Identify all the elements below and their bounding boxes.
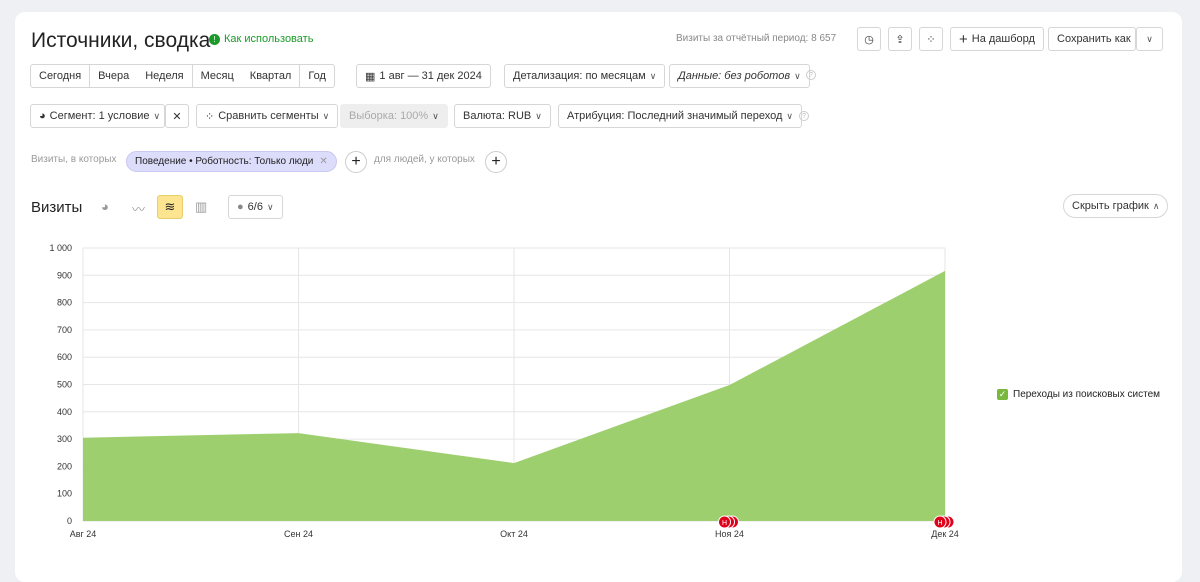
y-tick-label: 800: [57, 298, 72, 308]
chevron-down-icon: ∨: [794, 70, 801, 81]
chart-title: Визиты: [31, 199, 83, 216]
comment-icon: ●: [237, 201, 244, 213]
period-week[interactable]: Неделя: [137, 65, 191, 87]
save-as-button[interactable]: Сохранить как: [1048, 27, 1136, 51]
period-selector: Сегодня Вчера Неделя Месяц Квартал Год: [30, 64, 335, 88]
close-icon: ✕: [172, 110, 182, 123]
visits-total: Визиты за отчётный период: 8 657: [676, 33, 837, 44]
chevron-up-icon: ∧: [1152, 200, 1160, 211]
x-tick-label: Окт 24: [500, 529, 528, 539]
chevron-down-icon: ∨: [1146, 33, 1153, 44]
chevron-down-icon: ∨: [266, 201, 274, 212]
y-tick-label: 400: [57, 407, 72, 417]
chevron-down-icon: ∨: [432, 110, 439, 121]
chevron-down-icon: ∨: [649, 70, 657, 81]
annotations-dropdown[interactable]: ● 6/6 ∨: [228, 195, 283, 219]
add-people-condition-button[interactable]: +: [485, 151, 507, 173]
legend-item[interactable]: ✓ Переходы из поисковых систем: [997, 389, 1160, 400]
clear-segment-button[interactable]: ✕: [165, 104, 189, 128]
export-button[interactable]: ⇪: [888, 27, 912, 51]
detail-dropdown[interactable]: Детализация: по месяцам ∨: [504, 64, 666, 88]
hide-chart-button[interactable]: Скрыть график ∧: [1063, 194, 1169, 218]
period-quarter[interactable]: Квартал: [242, 65, 300, 87]
add-visit-condition-button[interactable]: +: [345, 151, 367, 173]
help-icon[interactable]: ?: [806, 70, 816, 80]
page-title: Источники, сводка: [31, 29, 211, 52]
annotation-label: Н: [722, 520, 727, 527]
sample-dropdown[interactable]: Выборка: 100% ∨: [340, 104, 448, 128]
info-icon: !: [209, 33, 220, 45]
y-tick-label: 900: [57, 270, 72, 280]
annotation-label: Н: [937, 520, 942, 527]
y-tick-label: 200: [57, 461, 72, 471]
pie-chart-icon[interactable]: ◕: [101, 199, 109, 214]
currency-dropdown[interactable]: Валюта: RUB ∨: [454, 104, 551, 128]
compare-segments-dropdown[interactable]: ⁘ Сравнить сегменты ∨: [196, 104, 339, 128]
y-tick-label: 500: [57, 380, 72, 390]
period-month[interactable]: Месяц: [191, 65, 242, 87]
history-button[interactable]: ◷: [857, 27, 881, 51]
period-year[interactable]: Год: [299, 65, 334, 87]
chevron-down-icon: ∨: [535, 110, 542, 121]
condition-chip[interactable]: Поведение • Роботность: Только люди ✕: [126, 151, 337, 172]
area-chart-icon[interactable]: ≋: [157, 195, 183, 219]
help-icon[interactable]: ?: [799, 111, 809, 121]
x-tick-label: Авг 24: [70, 529, 97, 539]
compare-button[interactable]: ⁘: [919, 27, 943, 51]
line-chart-icon[interactable]: 〰: [132, 199, 145, 218]
period-today[interactable]: Сегодня: [31, 65, 89, 87]
drops-icon: ⁘: [926, 33, 936, 46]
date-range-button[interactable]: ▦ 1 авг — 31 дек 2024: [356, 64, 491, 88]
y-tick-label: 600: [57, 352, 72, 362]
y-tick-label: 700: [57, 325, 72, 335]
visits-chart: 0 100 200 300 400 500 600 700 800 900 1 000 Авг 24 С…: [49, 243, 959, 539]
checkbox-icon: ✓: [997, 389, 1008, 400]
y-tick-label: 300: [57, 434, 72, 444]
chevron-down-icon: ∨: [153, 110, 161, 121]
plus-icon: +: [959, 30, 968, 48]
y-tick-label: 0: [67, 516, 72, 526]
close-icon[interactable]: ✕: [319, 156, 327, 167]
bar-chart-icon[interactable]: ▥: [195, 199, 207, 215]
y-tick-label: 1 000: [49, 243, 72, 253]
add-to-dashboard-button[interactable]: + На дашборд: [950, 27, 1044, 51]
calendar-icon: ▦: [365, 70, 376, 83]
people-condition-label: для людей, у которых: [374, 154, 475, 165]
data-filter-dropdown[interactable]: Данные: без роботов ∨: [669, 64, 810, 88]
attribution-dropdown[interactable]: Атрибуция: Последний значимый переход ∨: [558, 104, 802, 128]
pie-icon: ◕: [39, 110, 46, 122]
segment-dropdown[interactable]: ◕ Сегмент: 1 условие ∨: [30, 104, 165, 128]
x-tick-label: Дек 24: [931, 529, 959, 539]
chevron-down-icon: ∨: [322, 110, 330, 121]
share-icon: ⇪: [895, 33, 905, 46]
x-tick-label: Ноя 24: [715, 529, 744, 539]
y-tick-label: 100: [57, 489, 72, 499]
clock-icon: ◷: [864, 33, 874, 46]
visits-condition-label: Визиты, в которых: [31, 154, 117, 165]
help-link[interactable]: ! Как использовать: [209, 33, 313, 45]
x-tick-label: Сен 24: [284, 529, 313, 539]
chevron-down-icon: ∨: [786, 110, 793, 121]
drops-icon: ⁘: [205, 110, 215, 123]
period-yesterday[interactable]: Вчера: [89, 65, 137, 87]
save-options-button[interactable]: ∨: [1136, 27, 1163, 51]
